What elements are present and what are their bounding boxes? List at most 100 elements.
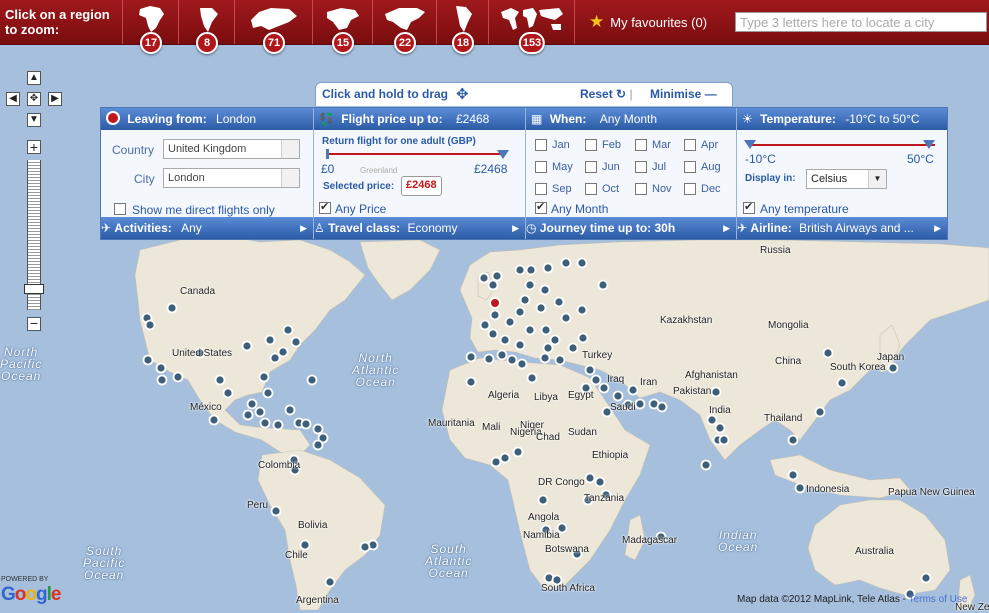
destination-marker[interactable] — [554, 354, 566, 366]
destination-marker[interactable] — [794, 482, 806, 494]
temperature-header[interactable]: ☀ Temperature: -10°C to 50°C — [737, 108, 947, 130]
destination-marker[interactable] — [478, 272, 490, 284]
destination-marker[interactable] — [324, 576, 336, 588]
panel-drag-handle[interactable]: Click and hold to drag ✥ Reset ↻ | Minim… — [315, 82, 733, 106]
destination-marker[interactable] — [526, 372, 538, 384]
pan-down-button[interactable]: ▼ — [27, 113, 41, 127]
destination-marker[interactable] — [491, 270, 503, 282]
month-checkbox[interactable] — [585, 139, 597, 151]
temperature-unit-select[interactable]: Celsius ▼ — [806, 169, 887, 189]
destination-marker[interactable] — [144, 319, 156, 331]
region-europe[interactable]: 71 — [234, 0, 313, 54]
price-slider-min-handle[interactable] — [326, 149, 329, 159]
destination-marker[interactable] — [514, 339, 526, 351]
destination-marker[interactable] — [142, 354, 154, 366]
month-checkbox[interactable] — [535, 139, 547, 151]
region-latin-america[interactable]: 18 — [436, 0, 489, 54]
destination-marker[interactable] — [584, 364, 596, 376]
destination-marker[interactable] — [299, 539, 311, 551]
destination-marker[interactable] — [262, 387, 274, 399]
destination-marker[interactable] — [506, 354, 518, 366]
leaving-header[interactable]: Leaving from: London — [101, 108, 314, 130]
destination-marker[interactable] — [524, 279, 536, 291]
destination-marker[interactable] — [540, 324, 552, 336]
airline-filter[interactable]: ✈ Airline: British Airways and ... ▶ — [737, 217, 947, 239]
destination-marker[interactable] — [542, 262, 554, 274]
destination-marker[interactable] — [814, 406, 826, 418]
destination-marker[interactable] — [594, 476, 606, 488]
region-world[interactable]: 153 — [488, 0, 575, 54]
destination-marker[interactable] — [887, 362, 899, 374]
destination-marker[interactable] — [270, 505, 282, 517]
destination-marker[interactable] — [656, 401, 668, 413]
month-checkbox[interactable] — [635, 161, 647, 173]
destination-marker[interactable] — [483, 353, 495, 365]
destination-marker[interactable] — [487, 279, 499, 291]
destination-marker[interactable] — [306, 374, 318, 386]
destination-marker[interactable] — [822, 347, 834, 359]
direct-flights-checkbox[interactable] — [114, 203, 126, 215]
pan-center-button[interactable]: ✥ — [27, 92, 41, 106]
destination-marker[interactable] — [246, 398, 258, 410]
temperature-max-handle[interactable] — [923, 140, 935, 149]
month-checkbox[interactable] — [535, 183, 547, 195]
destination-marker[interactable] — [499, 452, 511, 464]
destination-marker[interactable] — [516, 358, 528, 370]
destination-marker[interactable] — [525, 264, 537, 276]
city-search-input[interactable] — [735, 12, 987, 32]
destination-marker[interactable] — [576, 257, 588, 269]
destination-marker[interactable] — [514, 306, 526, 318]
region-north-america[interactable]: 15 — [312, 0, 373, 54]
destination-marker[interactable] — [155, 362, 167, 374]
destination-marker[interactable] — [710, 386, 722, 398]
destination-marker[interactable] — [208, 414, 220, 426]
month-checkbox[interactable] — [535, 161, 547, 173]
destination-marker[interactable] — [284, 404, 296, 416]
destination-marker[interactable] — [496, 349, 508, 361]
destination-marker[interactable] — [514, 264, 526, 276]
destination-marker[interactable] — [539, 284, 551, 296]
origin-marker[interactable] — [489, 297, 501, 309]
month-checkbox[interactable] — [635, 139, 647, 151]
destination-marker[interactable] — [537, 494, 549, 506]
destination-marker[interactable] — [241, 340, 253, 352]
destination-marker[interactable] — [714, 422, 726, 434]
month-checkbox[interactable] — [684, 139, 696, 151]
destination-marker[interactable] — [836, 377, 848, 389]
destination-marker[interactable] — [214, 374, 226, 386]
destination-marker[interactable] — [920, 572, 932, 584]
temperature-slider[interactable] — [749, 144, 935, 146]
pan-left-button[interactable]: ◀ — [6, 92, 20, 106]
destination-marker[interactable] — [560, 257, 572, 269]
destination-marker[interactable] — [718, 434, 730, 446]
month-checkbox[interactable] — [635, 183, 647, 195]
destination-marker[interactable] — [576, 304, 588, 316]
minimise-button[interactable]: Minimise — — [650, 87, 717, 101]
destination-marker[interactable] — [264, 334, 276, 346]
destination-marker[interactable] — [700, 459, 712, 471]
zoom-in-button[interactable]: + — [27, 140, 41, 154]
month-checkbox[interactable] — [684, 161, 696, 173]
destination-marker[interactable] — [634, 398, 646, 410]
destination-marker[interactable] — [627, 384, 639, 396]
destination-marker[interactable] — [242, 409, 254, 421]
destination-marker[interactable] — [359, 541, 371, 553]
terms-link[interactable]: Terms of Use — [909, 594, 968, 605]
city-select[interactable]: London — [163, 168, 300, 188]
destination-marker[interactable] — [277, 346, 289, 358]
travel-class-filter[interactable]: ♙ Travel class: Economy ▶ — [314, 217, 526, 239]
region-africa[interactable]: 17 — [122, 0, 179, 54]
destination-marker[interactable] — [259, 417, 271, 429]
region-south-america[interactable]: 8 — [178, 0, 235, 54]
destination-marker[interactable] — [272, 419, 284, 431]
destination-marker[interactable] — [787, 434, 799, 446]
destination-marker[interactable] — [254, 406, 266, 418]
destination-marker[interactable] — [706, 414, 718, 426]
reset-button[interactable]: Reset ↻ | — [580, 87, 633, 101]
destination-marker[interactable] — [166, 302, 178, 314]
destination-marker[interactable] — [577, 332, 589, 344]
destination-marker[interactable] — [567, 342, 579, 354]
destination-marker[interactable] — [258, 371, 270, 383]
destination-marker[interactable] — [519, 294, 531, 306]
destination-marker[interactable] — [300, 418, 312, 430]
